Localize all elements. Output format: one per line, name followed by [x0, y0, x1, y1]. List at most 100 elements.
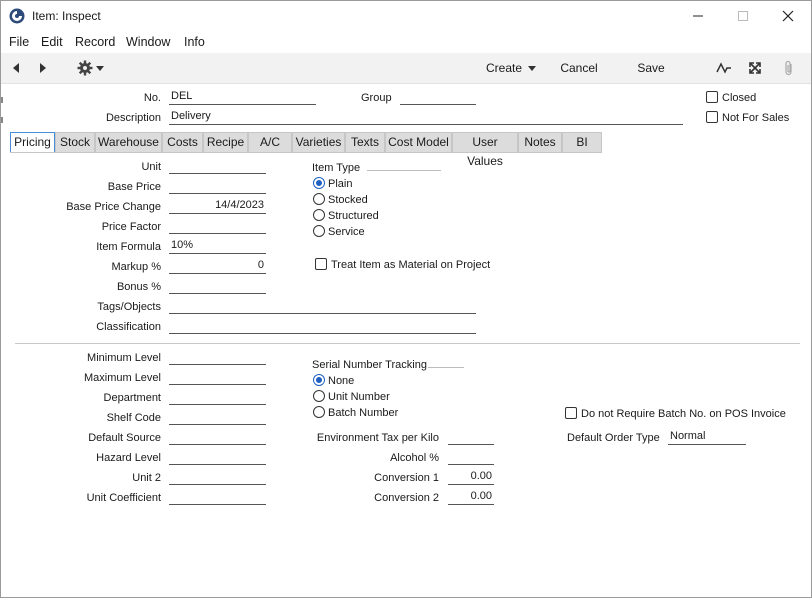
tab-bi[interactable]: BI	[562, 132, 602, 152]
expand-button[interactable]	[745, 53, 765, 83]
bonus-label: Bonus %	[116, 281, 161, 293]
group-field[interactable]	[400, 90, 476, 105]
unit-coefficient-field[interactable]	[169, 490, 266, 505]
tab-user-values[interactable]: User Values	[452, 132, 518, 168]
tab-varieties[interactable]: Varieties	[292, 132, 345, 152]
tab-notes[interactable]: Notes	[518, 132, 562, 152]
next-record-button[interactable]	[34, 53, 52, 83]
activity-button[interactable]	[714, 53, 734, 83]
item-inspect-window: Item: Inspect File Edit Record Window In…	[0, 0, 812, 598]
tab-costs[interactable]: Costs	[162, 132, 203, 152]
tab-stock[interactable]: Stock	[55, 132, 95, 152]
base-price-field[interactable]	[169, 179, 266, 194]
unit-field[interactable]	[169, 159, 266, 174]
maximize-icon	[738, 11, 748, 21]
activity-icon	[716, 62, 731, 74]
unit-label: Unit	[141, 161, 161, 173]
closed-checkbox[interactable]	[706, 91, 718, 103]
tab-cost-model[interactable]: Cost Model	[385, 132, 452, 152]
default-source-field[interactable]	[169, 430, 266, 445]
item-type-service-radio[interactable]	[313, 225, 325, 237]
save-button[interactable]: Save	[631, 53, 671, 83]
no-label: No.	[143, 92, 161, 104]
attach-button[interactable]	[779, 53, 799, 83]
item-type-plain-label: Plain	[328, 178, 353, 190]
base-price-change-field[interactable]: 14/4/2023	[169, 199, 266, 214]
hazard-level-label: Hazard Level	[96, 452, 161, 464]
no-batch-pos-checkbox[interactable]	[565, 407, 577, 419]
markup-field[interactable]: 0	[169, 259, 266, 274]
menu-info[interactable]: Info	[184, 35, 205, 49]
tags-objects-field[interactable]	[169, 299, 476, 314]
menu-record[interactable]: Record	[75, 35, 115, 49]
bonus-field[interactable]	[169, 279, 266, 294]
shelf-code-field[interactable]	[169, 410, 266, 425]
tab-warehouse[interactable]: Warehouse	[95, 132, 162, 152]
menu-window[interactable]: Window	[126, 35, 170, 49]
price-factor-field[interactable]	[169, 219, 266, 234]
item-formula-field[interactable]: 10%	[169, 239, 266, 254]
cancel-label: Cancel	[560, 61, 598, 75]
menu-file[interactable]: File	[9, 35, 29, 49]
tab-ac[interactable]: A/C	[248, 132, 292, 152]
item-type-service-label: Service	[328, 226, 365, 238]
conversion2-field[interactable]: 0.00	[448, 490, 494, 505]
price-factor-label: Price Factor	[101, 221, 161, 233]
create-menu-button[interactable]: Create	[483, 53, 539, 83]
item-type-structured-label: Structured	[328, 210, 379, 222]
conversion1-field[interactable]: 0.00	[448, 470, 494, 485]
chevron-down-icon	[528, 65, 537, 71]
tab-pricing[interactable]: Pricing	[10, 132, 55, 153]
item-type-label: Item Type	[312, 162, 361, 174]
no-batch-pos-label: Do not Require Batch No. on POS Invoice	[581, 408, 786, 420]
default-order-type-label: Default Order Type	[567, 432, 660, 444]
description-field[interactable]: Delivery	[169, 110, 683, 125]
unit-coefficient-label: Unit Coefficient	[86, 492, 161, 504]
gear-icon	[77, 60, 93, 76]
create-label: Create	[485, 61, 523, 75]
edge-marker	[1, 97, 3, 103]
treat-material-checkbox[interactable]	[315, 258, 327, 270]
item-type-structured-radio[interactable]	[313, 209, 325, 221]
serial-tracking-group-line	[428, 367, 464, 368]
minimum-level-field[interactable]	[169, 350, 266, 365]
base-price-change-label: Base Price Change	[66, 201, 161, 213]
maximize-button[interactable]	[731, 5, 755, 27]
item-type-plain-radio[interactable]	[313, 177, 325, 189]
serial-batch-number-radio[interactable]	[313, 406, 325, 418]
tab-recipe[interactable]: Recipe	[203, 132, 248, 152]
classification-field[interactable]	[169, 319, 476, 334]
department-field[interactable]	[169, 390, 266, 405]
serial-unit-number-label: Unit Number	[328, 391, 390, 403]
unit2-field[interactable]	[169, 470, 266, 485]
tags-objects-label: Tags/Objects	[97, 301, 161, 313]
hazard-level-field[interactable]	[169, 450, 266, 465]
maximum-level-field[interactable]	[169, 370, 266, 385]
tab-texts[interactable]: Texts	[345, 132, 385, 152]
serial-none-label: None	[328, 375, 355, 387]
serial-unit-number-radio[interactable]	[313, 390, 325, 402]
item-type-stocked-radio[interactable]	[313, 193, 325, 205]
previous-record-button[interactable]	[7, 53, 25, 83]
window-title: Item: Inspect	[32, 9, 101, 23]
env-tax-field[interactable]	[448, 430, 494, 445]
app-logo-icon	[9, 8, 25, 24]
toolbar: Create Cancel Save	[1, 53, 811, 84]
serial-tracking-label: Serial Number Tracking	[312, 359, 427, 371]
serial-none-radio[interactable]	[313, 374, 325, 386]
description-label: Description	[105, 112, 161, 124]
close-button[interactable]	[776, 5, 800, 27]
paperclip-icon	[785, 60, 792, 76]
alcohol-field[interactable]	[448, 450, 494, 465]
menu-edit[interactable]: Edit	[41, 35, 63, 49]
tab-underline	[10, 152, 602, 153]
cancel-button[interactable]: Cancel	[556, 53, 602, 83]
item-type-group-line	[367, 170, 441, 171]
no-field[interactable]: DEL	[169, 90, 316, 105]
operations-menu-button[interactable]	[73, 53, 107, 83]
default-order-type-field[interactable]: Normal	[668, 430, 746, 445]
not-for-sales-checkbox[interactable]	[706, 111, 718, 123]
minimum-level-label: Minimum Level	[87, 352, 161, 364]
treat-material-label: Treat Item as Material on Project	[331, 259, 491, 271]
minimize-button[interactable]	[686, 5, 710, 27]
